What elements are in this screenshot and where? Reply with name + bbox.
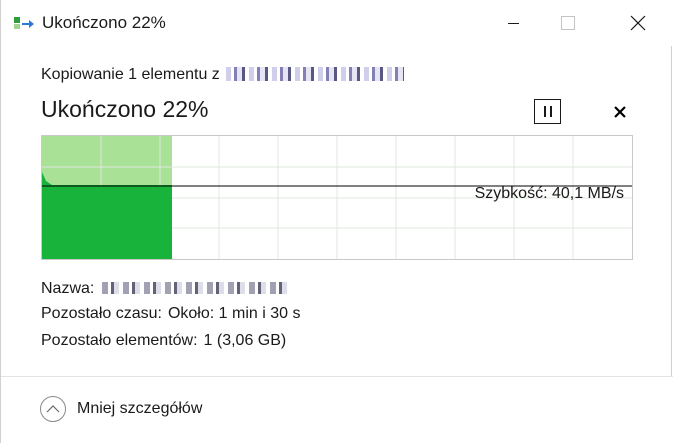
file-name-redacted <box>102 282 289 294</box>
copy-source-text: Kopiowanie 1 elementu z <box>41 66 404 84</box>
speed-history-area <box>42 172 172 259</box>
footer-bar: Mniej szczegółów <box>1 376 673 444</box>
close-window-button[interactable] <box>615 0 661 46</box>
items-remaining-row: Pozostało elementów: 1 (3,06 GB) <box>41 332 286 350</box>
time-remaining-label: Pozostało czasu: <box>41 305 162 322</box>
copy-progress-dialog: Ukończono 22% Kopiowanie 1 elementu z Uk… <box>0 0 673 444</box>
title-bar[interactable]: Ukończono 22% <box>1 0 673 46</box>
chevron-up-icon <box>40 396 66 422</box>
time-remaining-row: Pozostało czasu: Około: 1 min i 30 s <box>41 305 300 323</box>
items-remaining-value: 1 (3,06 GB) <box>203 332 287 349</box>
items-remaining-label: Pozostało elementów: <box>41 332 198 349</box>
name-row: Nazwa: <box>41 280 289 298</box>
copy-source-prefix: Kopiowanie 1 elementu z <box>41 66 220 83</box>
fewer-details-label: Mniej szczegółów <box>77 400 203 417</box>
transfer-speed-graph: Szybkość: 40,1 MB/s <box>41 135 633 260</box>
cancel-icon <box>613 105 626 118</box>
pause-icon-bar <box>549 106 552 117</box>
progress-headline: Ukończono 22% <box>41 96 209 122</box>
fewer-details-button[interactable]: Mniej szczegółów <box>40 396 202 422</box>
copy-transfer-icon <box>14 15 36 31</box>
pause-icon <box>543 106 546 117</box>
minimize-icon <box>508 23 519 24</box>
minimize-button[interactable] <box>491 0 537 46</box>
name-label: Nazwa: <box>41 280 95 297</box>
speed-label: Szybkość: 40,1 MB/s <box>474 185 624 202</box>
window-title: Ukończono 22% <box>42 13 166 32</box>
source-folder-redacted <box>225 67 404 81</box>
maximize-icon <box>561 16 575 30</box>
close-icon <box>630 15 646 31</box>
time-remaining-value: Około: 1 min i 30 s <box>167 305 301 322</box>
pause-button[interactable] <box>534 99 561 124</box>
cancel-button[interactable] <box>607 99 632 124</box>
maximize-button[interactable] <box>545 0 591 46</box>
